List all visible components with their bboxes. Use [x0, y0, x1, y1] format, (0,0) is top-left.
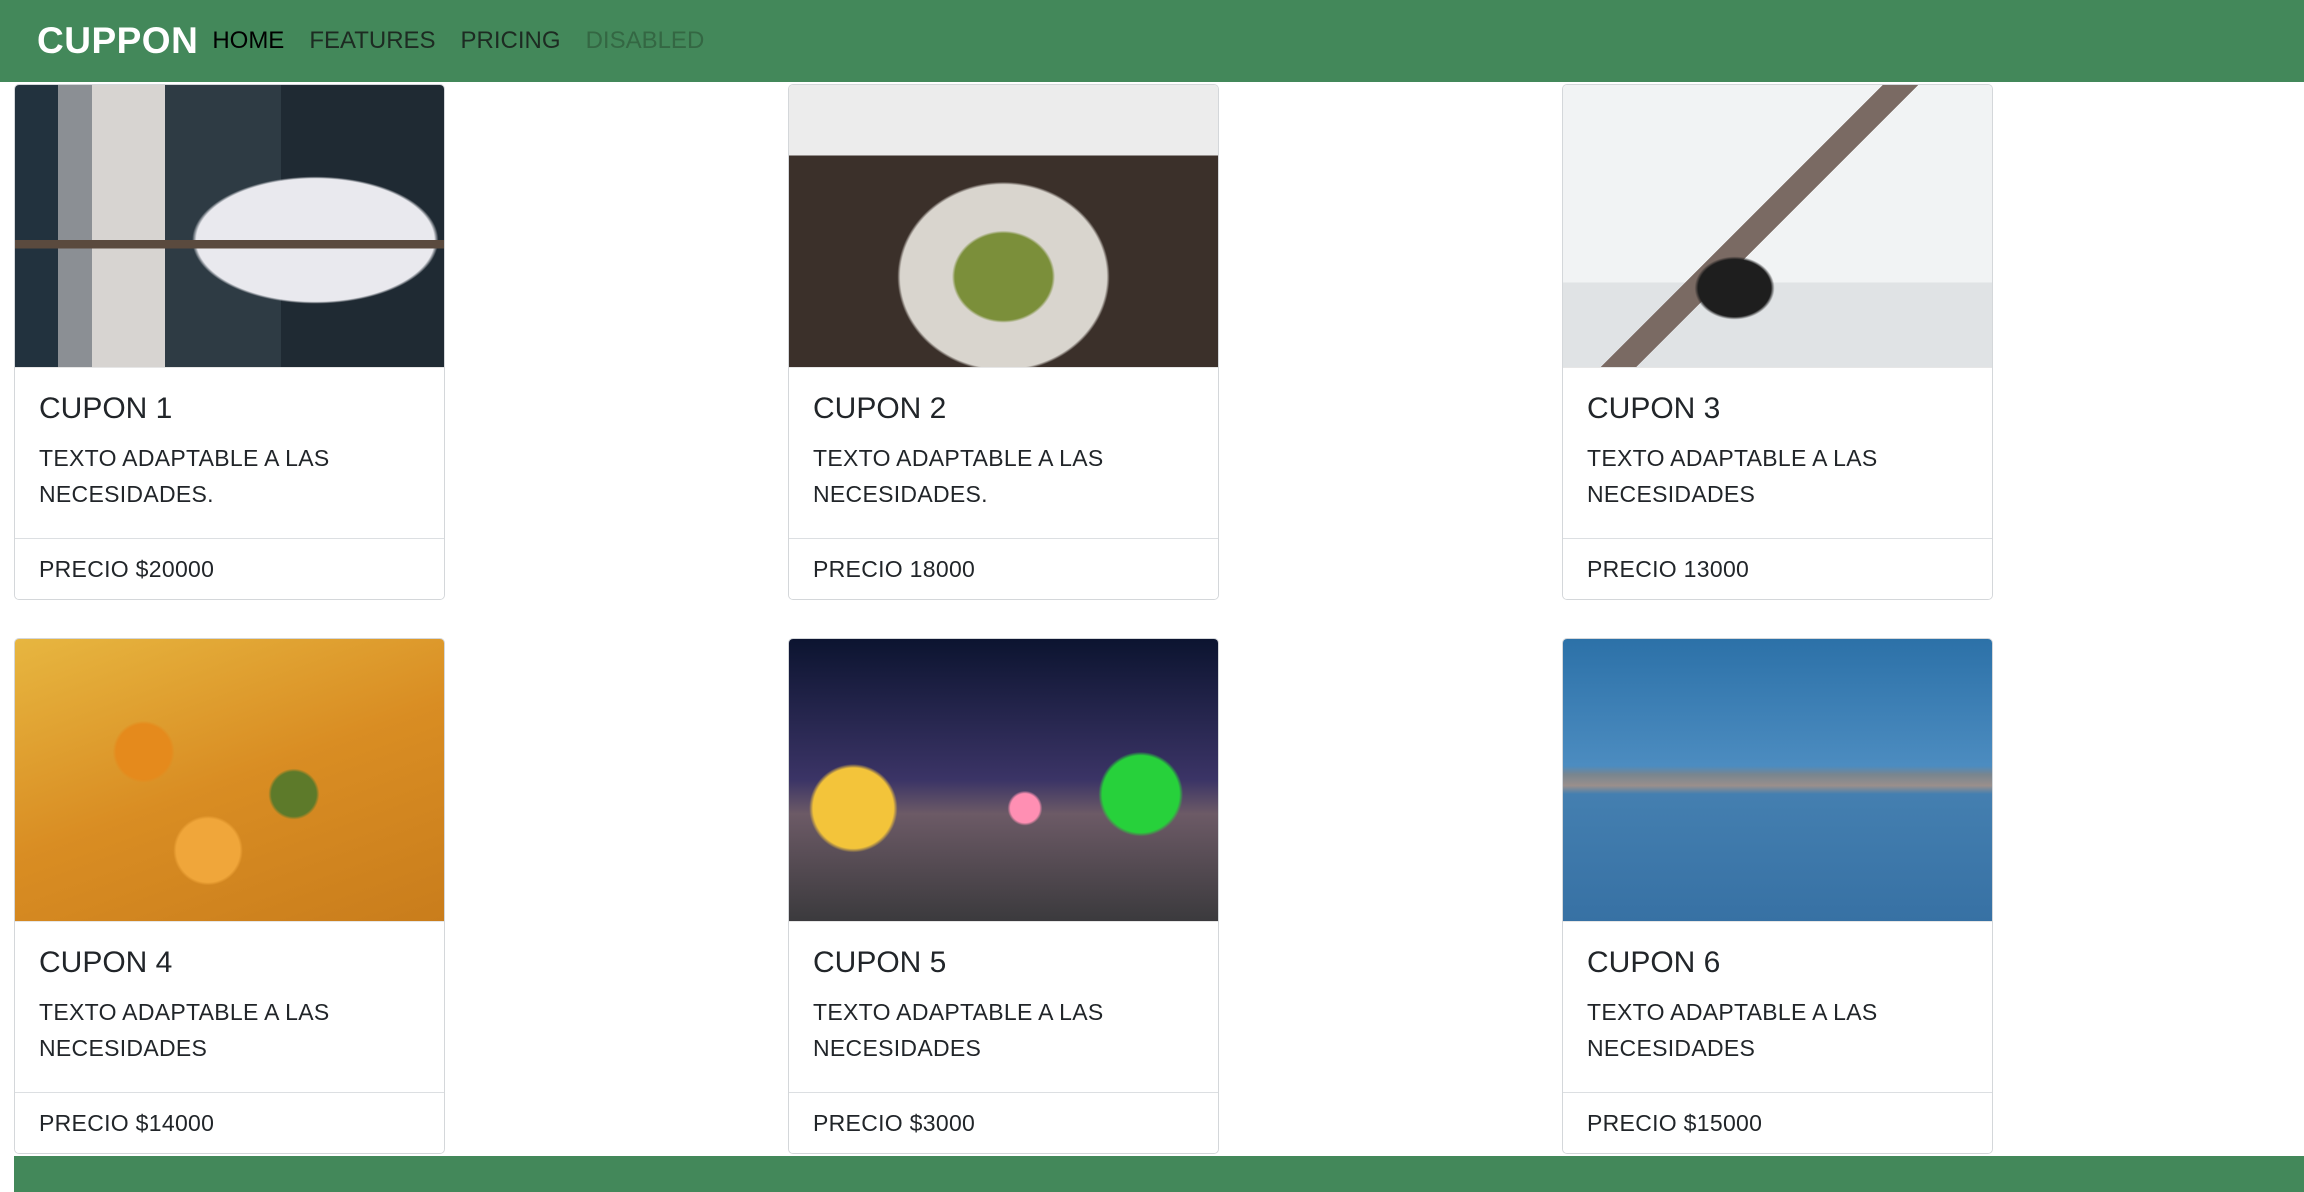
card-price: PRECIO 13000 — [1563, 538, 1992, 599]
card-title: CUPON 3 — [1587, 392, 1721, 425]
page-footer — [14, 1156, 2304, 1192]
coupon-card-2[interactable]: CUPON 2 TEXTO ADAPTABLE A LAS NECESIDADE… — [788, 84, 1219, 600]
card-body: CUPON 1 TEXTO ADAPTABLE A LAS NECESIDADE… — [15, 368, 444, 538]
card-text: TEXTO ADAPTABLE A LAS NECESIDADES. — [39, 445, 330, 507]
card-body: CUPON 6 TEXTO ADAPTABLE A LAS NECESIDADE… — [1563, 922, 1992, 1092]
top-navbar: CUPPON HOME FEATURES PRICING DISABLED — [0, 0, 2304, 82]
nav-link-pricing[interactable]: PRICING — [461, 27, 561, 55]
coupon-card-5[interactable]: CUPON 5 TEXTO ADAPTABLE A LAS NECESIDADE… — [788, 638, 1219, 1154]
food-dish-photo — [15, 639, 444, 922]
bedroom-photo — [15, 85, 444, 368]
card-text: TEXTO ADAPTABLE A LAS NECESIDADES — [813, 999, 1104, 1061]
brand-logo[interactable]: CUPPON — [37, 20, 198, 62]
nav-link-home[interactable]: HOME — [212, 27, 284, 55]
coupon-card-4[interactable]: CUPON 4 TEXTO ADAPTABLE A LAS NECESIDADE… — [14, 638, 445, 1154]
card-title: CUPON 1 — [39, 392, 173, 425]
card-price: PRECIO $3000 — [789, 1092, 1218, 1153]
card-price: PRECIO $14000 — [15, 1092, 444, 1153]
card-text: TEXTO ADAPTABLE A LAS NECESIDADES — [39, 999, 330, 1061]
carnival-photo — [789, 639, 1218, 922]
coupon-card-1[interactable]: CUPON 1 TEXTO ADAPTABLE A LAS NECESIDADE… — [14, 84, 445, 600]
lake-flamingo-photo — [1563, 639, 1992, 922]
nav-link-disabled: DISABLED — [585, 27, 705, 54]
card-title: CUPON 6 — [1587, 946, 1721, 979]
coupon-card-3[interactable]: CUPON 3 TEXTO ADAPTABLE A LAS NECESIDADE… — [1562, 84, 1993, 600]
card-title: CUPON 5 — [813, 946, 947, 979]
coupon-card-6[interactable]: CUPON 6 TEXTO ADAPTABLE A LAS NECESIDADE… — [1562, 638, 1993, 1154]
salad-photo — [789, 85, 1218, 368]
card-body: CUPON 4 TEXTO ADAPTABLE A LAS NECESIDADE… — [15, 922, 444, 1092]
card-text: TEXTO ADAPTABLE A LAS NECESIDADES — [1587, 999, 1878, 1061]
card-body: CUPON 5 TEXTO ADAPTABLE A LAS NECESIDADE… — [789, 922, 1218, 1092]
card-text: TEXTO ADAPTABLE A LAS NECESIDADES — [1587, 445, 1878, 507]
card-title: CUPON 2 — [813, 392, 947, 425]
card-body: CUPON 3 TEXTO ADAPTABLE A LAS NECESIDADE… — [1563, 368, 1992, 538]
card-price: PRECIO $20000 — [15, 538, 444, 599]
card-body: CUPON 2 TEXTO ADAPTABLE A LAS NECESIDADE… — [789, 368, 1218, 538]
card-price: PRECIO $15000 — [1563, 1092, 1992, 1153]
nav-link-features[interactable]: FEATURES — [309, 27, 435, 55]
dental-office-photo — [1563, 85, 1992, 368]
card-price: PRECIO 18000 — [789, 538, 1218, 599]
card-title: CUPON 4 — [39, 946, 173, 979]
card-text: TEXTO ADAPTABLE A LAS NECESIDADES. — [813, 445, 1104, 507]
